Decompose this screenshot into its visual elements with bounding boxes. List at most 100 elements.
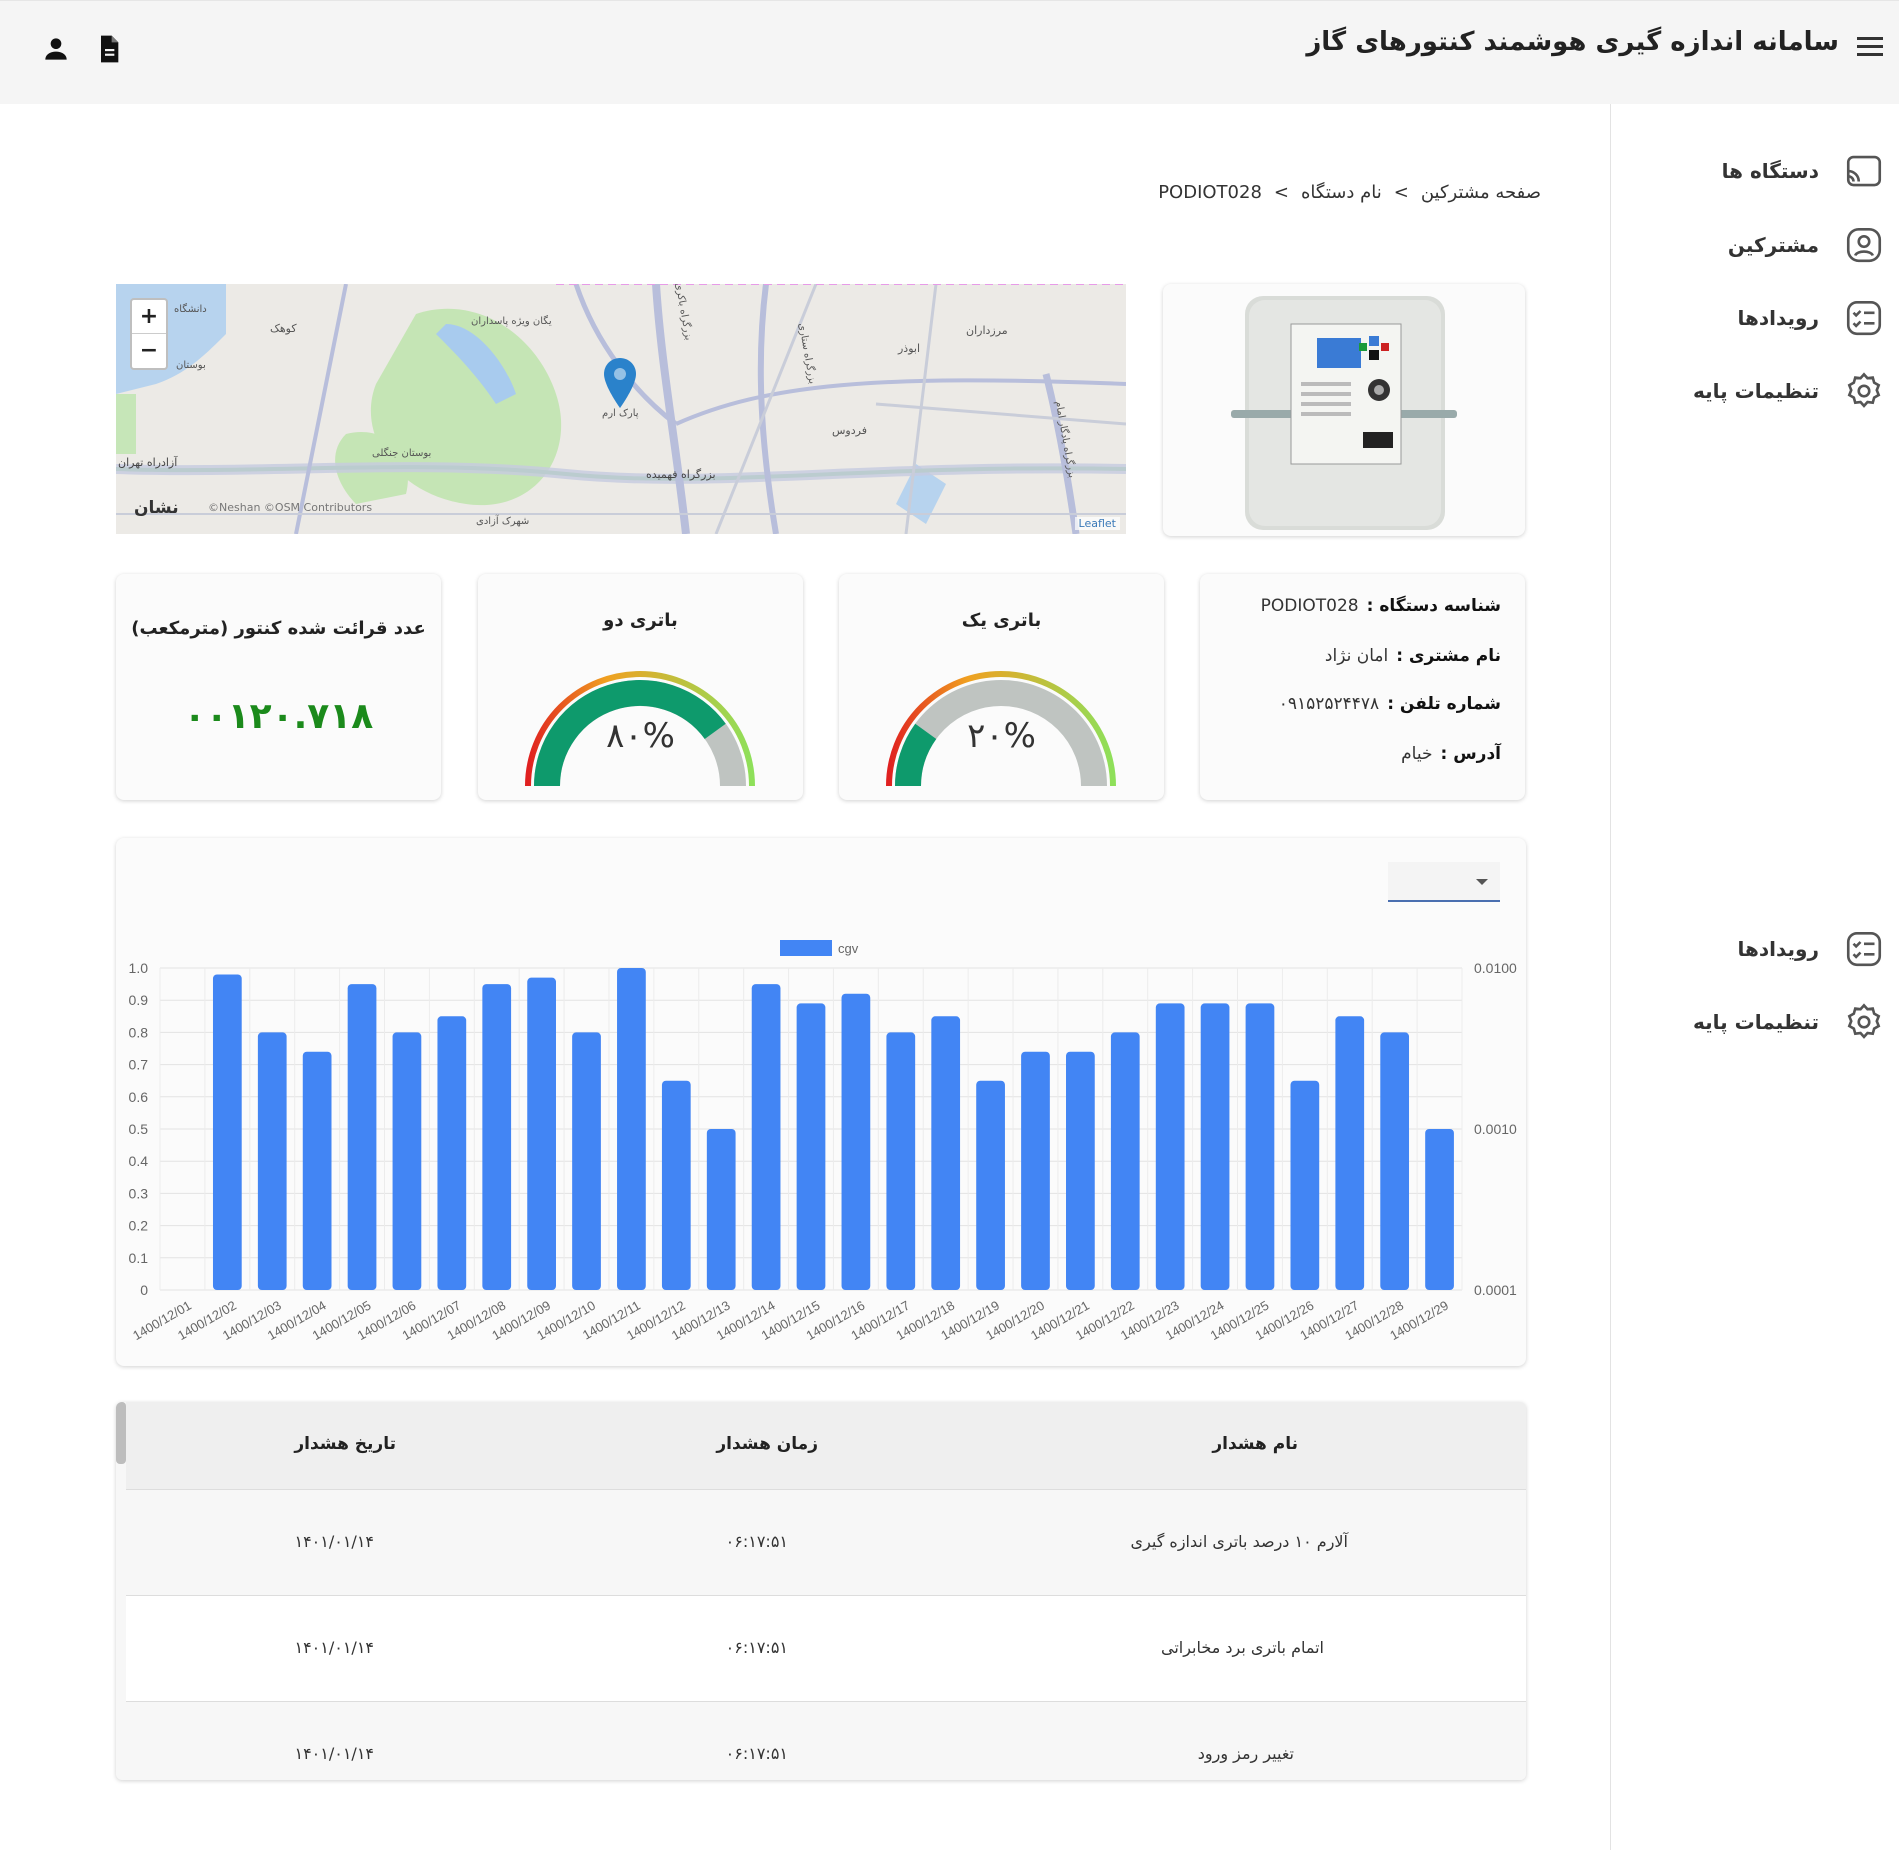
chart-bar xyxy=(302,1051,332,1290)
map-label: بزرگراه فهمیده xyxy=(646,468,716,481)
chart-bar xyxy=(796,1003,826,1290)
header-alert-name: نام هشدار xyxy=(1212,1434,1298,1454)
info-customer: نام مشتری :امان نژاد xyxy=(1324,646,1501,666)
table-row[interactable]: تغییر رمز ورود ۰۶:۱۷:۵۱ ۱۴۰۱/۰۱/۱۴ xyxy=(126,1702,1526,1780)
breadcrumb-device-name[interactable]: نام دستگاه xyxy=(1301,182,1382,203)
cell-alert-name: تغییر رمز ورود xyxy=(1197,1744,1294,1763)
map-label: بوستان xyxy=(176,360,206,371)
map-attribution: ©Neshan ©OSM Contributors xyxy=(208,501,373,514)
meter-reading-value: ۰۰۱۲۰.۷۱۸ xyxy=(183,696,374,737)
chart-bar xyxy=(527,977,556,1290)
chart-bar xyxy=(706,1129,736,1290)
info-device-id: شناسه دستگاه :PODIOT028 xyxy=(1260,596,1501,616)
y2-tick-label: 0.0001 xyxy=(1474,1282,1517,1298)
app-title: سامانه اندازه گیری هوشمند کنتورهای گاز xyxy=(1306,27,1839,57)
consumption-chart-card: cgv 0 0.1 0.2 0.3 0.4 0.5 0.6 0.7 0.8 0.9 1.0 0.0001… xyxy=(116,838,1526,1366)
y-tick-label: 0.5 xyxy=(129,1121,149,1137)
gear-icon xyxy=(1847,372,1881,408)
chart-bar xyxy=(347,984,377,1290)
user-icon[interactable] xyxy=(40,33,72,65)
battery-two-value: ۸۰% xyxy=(606,716,675,756)
sidebar-item-label: دستگاه ها xyxy=(1721,159,1819,183)
sidebar-item-devices[interactable]: دستگاه ها xyxy=(1625,146,1885,196)
alerts-table: نام هشدار زمان هشدار تاریخ هشدار آلارم ۱… xyxy=(116,1402,1526,1780)
chart-bar xyxy=(931,1016,961,1290)
map-label: ابوذر xyxy=(898,342,921,355)
y-tick-label: 0.9 xyxy=(129,992,149,1008)
info-phone: شماره تلفن :۰۹۱۵۲۵۲۴۴۷۸ xyxy=(1278,694,1501,714)
map-credit-link[interactable]: Leaflet xyxy=(1074,517,1120,530)
map-label: دانشگاه xyxy=(174,304,207,315)
location-map[interactable]: + − نشان ©Neshan ©OSM Contributors Leafl… xyxy=(116,284,1126,534)
zoom-in-button[interactable]: + xyxy=(132,300,166,334)
sidebar-item-events[interactable]: رویدادها xyxy=(1625,293,1885,343)
info-address: آدرس :خیام xyxy=(1401,744,1501,764)
sidebar-item-label: تنظیمات پایه xyxy=(1693,1010,1819,1034)
table-scrollbar[interactable] xyxy=(116,1402,126,1464)
cell-alert-time: ۰۶:۱۷:۵۱ xyxy=(725,1638,788,1657)
chart-bar xyxy=(1380,1032,1410,1290)
chart-bar xyxy=(1155,1003,1185,1290)
y-tick-label: 0.7 xyxy=(129,1057,149,1073)
map-label: کوهک xyxy=(270,322,297,335)
document-icon[interactable] xyxy=(93,33,125,65)
table-row[interactable]: آلارم ۱۰ درصد باتری اندازه گیری ۰۶:۱۷:۵۱… xyxy=(126,1490,1526,1596)
chart-bar xyxy=(661,1080,691,1290)
breadcrumb-device-id: PODIOT028 xyxy=(1158,182,1262,203)
map-label: شهرک آزادی xyxy=(476,516,530,527)
y2-tick-label: 0.0100 xyxy=(1474,960,1517,976)
breadcrumb: صفحه مشترکین > نام دستگاه > PODIOT028 xyxy=(1158,182,1541,203)
zoom-out-button[interactable]: − xyxy=(132,334,166,368)
cell-alert-time: ۰۶:۱۷:۵۱ xyxy=(725,1744,788,1763)
table-row[interactable]: اتمام باتری برد مخابراتی ۰۶:۱۷:۵۱ ۱۴۰۱/۰… xyxy=(126,1596,1526,1702)
chart-bar xyxy=(572,1032,601,1290)
battery-two-title: باتری دو xyxy=(603,610,678,631)
breadcrumb-home[interactable]: صفحه مشترکین xyxy=(1421,182,1541,203)
battery-one-title: باتری یک xyxy=(961,610,1042,631)
table-header: نام هشدار زمان هشدار تاریخ هشدار xyxy=(126,1402,1526,1490)
chart-bar xyxy=(1425,1129,1454,1290)
cell-alert-date: ۱۴۰۱/۰۱/۱۴ xyxy=(294,1744,374,1763)
bar-chart: cgv 0 0.1 0.2 0.3 0.4 0.5 0.6 0.7 0.8 0.9 1.0 0.0001… xyxy=(129,940,1517,1343)
map-zoom-control: + − xyxy=(130,298,168,370)
map-label: مرزداران xyxy=(966,324,1008,337)
breadcrumb-separator: > xyxy=(1273,182,1289,203)
map-label: آزادراه تهران xyxy=(118,456,178,469)
cell-alert-date: ۱۴۰۱/۰۱/۱۴ xyxy=(294,1532,374,1551)
cell-alert-name: آلارم ۱۰ درصد باتری اندازه گیری xyxy=(1130,1532,1348,1551)
battery-two-card: باتری دو ۸۰% xyxy=(478,574,803,800)
account-icon xyxy=(1846,227,1882,263)
location-pin-icon[interactable] xyxy=(604,358,636,408)
y-tick-label: 0.8 xyxy=(129,1024,149,1040)
device-image-card xyxy=(1163,284,1525,536)
sidebar-item-label: رویدادها xyxy=(1737,306,1819,330)
chart-bar xyxy=(482,984,512,1290)
battery-one-card: باتری یک ۲۰% xyxy=(839,574,1164,800)
cast-icon xyxy=(1846,155,1882,187)
sidebar-item-settings[interactable]: تنظیمات پایه xyxy=(1625,366,1885,416)
sidebar-item-label: رویدادها xyxy=(1737,937,1819,961)
chart-bar xyxy=(976,1080,1005,1290)
menu-icon[interactable] xyxy=(1857,37,1883,61)
chart-bar xyxy=(437,1016,467,1290)
chart-bar xyxy=(1200,1003,1230,1290)
cell-alert-date: ۱۴۰۱/۰۱/۱۴ xyxy=(294,1638,374,1657)
chart-bar xyxy=(617,968,646,1290)
chart-bar xyxy=(1290,1080,1320,1290)
cell-alert-name: اتمام باتری برد مخابراتی xyxy=(1160,1638,1324,1657)
meter-reading-card: عدد قرائت شده کنتور (مترمکعب) ۰۰۱۲۰.۷۱۸ xyxy=(116,574,441,800)
sidebar-divider xyxy=(1610,104,1611,1850)
map-logo: نشان xyxy=(134,498,179,518)
top-bar: سامانه اندازه گیری هوشمند کنتورهای گاز xyxy=(0,0,1899,104)
map-label: بوستان جنگلی xyxy=(372,448,432,459)
legend-label: cgv xyxy=(838,941,859,956)
sidebar-item-label: مشترکین xyxy=(1727,233,1819,257)
cell-alert-time: ۰۶:۱۷:۵۱ xyxy=(725,1532,788,1551)
sidebar-item-events-2[interactable]: رویدادها xyxy=(1625,924,1885,974)
chart-bar xyxy=(1245,1003,1275,1290)
chart-bar xyxy=(1066,1051,1095,1290)
chart-bar xyxy=(751,984,781,1290)
sidebar-item-customers[interactable]: مشترکین xyxy=(1625,220,1885,270)
y-tick-label: 0 xyxy=(140,1282,148,1298)
sidebar-item-settings-2[interactable]: تنظیمات پایه xyxy=(1625,997,1885,1047)
